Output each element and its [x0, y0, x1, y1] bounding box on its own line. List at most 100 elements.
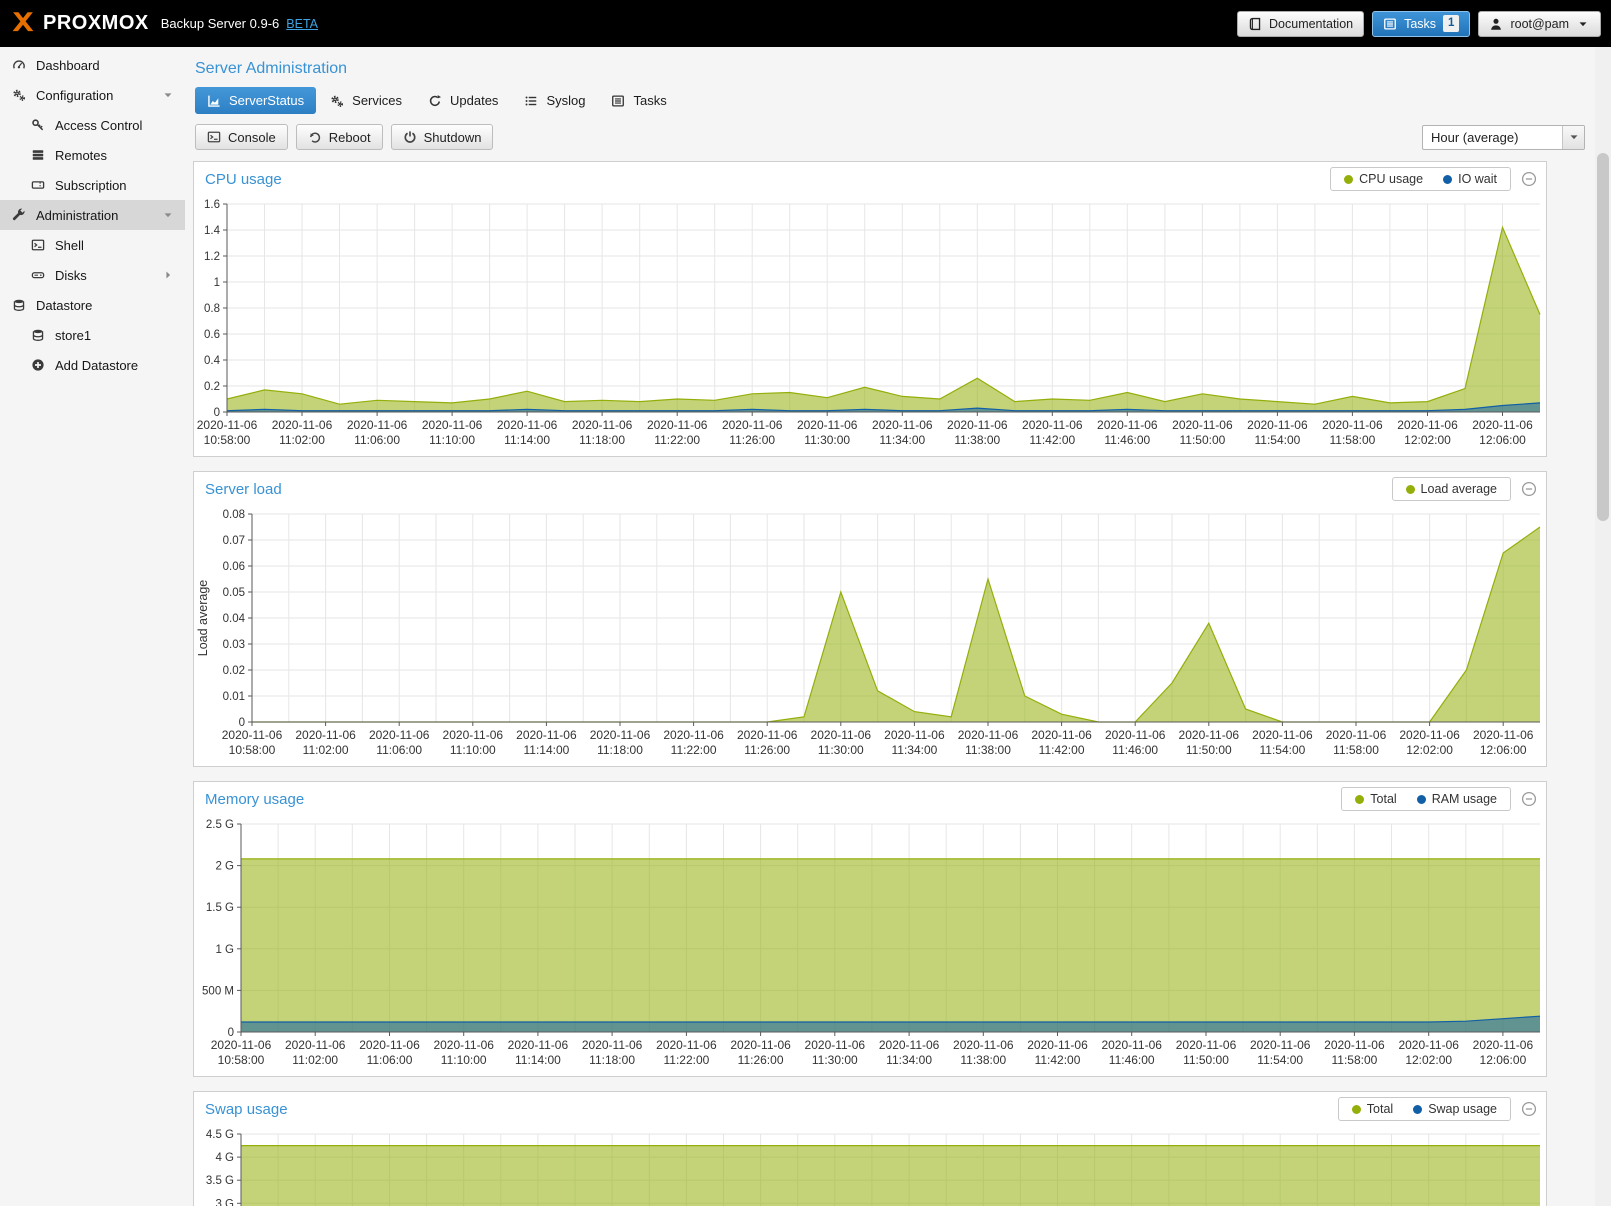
svg-text:2020-11-0612:02:00: 2020-11-0612:02:00 — [1397, 418, 1458, 447]
svg-text:2020-11-0611:50:00: 2020-11-0611:50:00 — [1176, 1038, 1237, 1067]
console-button[interactable]: Console — [195, 124, 288, 150]
combo-trigger[interactable] — [1562, 126, 1584, 149]
svg-text:1.2: 1.2 — [204, 251, 220, 263]
gears-icon — [330, 94, 344, 108]
svg-text:2020-11-0611:42:00: 2020-11-0611:42:00 — [1031, 728, 1092, 757]
sidebar-item-add-datastore[interactable]: Add Datastore — [0, 350, 185, 380]
legend-dot — [1443, 175, 1452, 184]
svg-text:2020-11-0611:42:00: 2020-11-0611:42:00 — [1027, 1038, 1088, 1067]
sidebar-item-shell[interactable]: Shell — [0, 230, 185, 260]
ticket-icon — [30, 178, 46, 192]
collapse-panel-icon[interactable] — [1521, 171, 1537, 187]
chevron-down-icon — [1576, 17, 1590, 31]
svg-text:0.8: 0.8 — [204, 303, 220, 315]
swap-usage-chart: 0500 M1 G1.5 G2 G2.5 G3 G3.5 G4 G4.5 G20… — [194, 1124, 1546, 1206]
svg-text:0.03: 0.03 — [223, 639, 245, 651]
sidebar-item-subscription[interactable]: Subscription — [0, 170, 185, 200]
caret-down-icon — [161, 88, 175, 102]
legend-item-ram-usage[interactable]: RAM usage — [1417, 792, 1497, 806]
svg-text:2020-11-0611:18:00: 2020-11-0611:18:00 — [590, 728, 651, 757]
tasks-button[interactable]: Tasks 1 — [1372, 11, 1470, 37]
svg-text:2020-11-0611:50:00: 2020-11-0611:50:00 — [1172, 418, 1233, 447]
timeframe-select[interactable]: Hour (average) — [1422, 125, 1585, 150]
svg-text:2020-11-0611:22:00: 2020-11-0611:22:00 — [656, 1038, 717, 1067]
collapse-panel-icon[interactable] — [1521, 1101, 1537, 1117]
documentation-button[interactable]: Documentation — [1237, 11, 1364, 37]
svg-text:2020-11-0611:18:00: 2020-11-0611:18:00 — [572, 418, 633, 447]
cpu-usage-chart: 00.20.40.60.811.21.41.62020-11-0610:58:0… — [194, 194, 1546, 456]
tab-tasks[interactable]: Tasks — [599, 87, 678, 114]
legend-dot — [1417, 795, 1426, 804]
panels: CPU usage CPU usageIO wait 00.20.40.60.8… — [185, 159, 1595, 1206]
wrench-icon — [11, 208, 27, 222]
sidebar-item-store1[interactable]: store1 — [0, 320, 185, 350]
toolbar: Console Reboot Shutdown Hour (average) — [195, 124, 1585, 150]
collapse-panel-icon[interactable] — [1521, 481, 1537, 497]
panel-header: Memory usage TotalRAM usage — [194, 782, 1546, 814]
product-version: Backup Server 0.9-6 — [161, 16, 280, 31]
legend-item-load-average[interactable]: Load average — [1406, 482, 1497, 496]
memory-usage-chart: 0500 M1 G1.5 G2 G2.5 G2020-11-0610:58:00… — [194, 814, 1546, 1076]
sidebar-item-datastore[interactable]: Datastore — [0, 290, 185, 320]
tab-services[interactable]: Services — [318, 87, 414, 114]
timeframe-value: Hour (average) — [1423, 130, 1562, 145]
svg-text:2020-11-0611:34:00: 2020-11-0611:34:00 — [872, 418, 933, 447]
svg-text:2020-11-0612:06:00: 2020-11-0612:06:00 — [1473, 728, 1534, 757]
svg-text:2020-11-0611:46:00: 2020-11-0611:46:00 — [1097, 418, 1158, 447]
beta-link[interactable]: BETA — [286, 17, 318, 31]
legend-item-cpu-usage[interactable]: CPU usage — [1344, 172, 1423, 186]
scrollbar-thumb[interactable] — [1597, 153, 1609, 521]
legend-item-total[interactable]: Total — [1352, 1102, 1393, 1116]
svg-text:2020-11-0611:22:00: 2020-11-0611:22:00 — [647, 418, 708, 447]
page-title: Server Administration — [195, 60, 1595, 78]
terminal-icon — [207, 130, 221, 144]
sidebar-item-label: Remotes — [55, 148, 107, 163]
svg-text:0.06: 0.06 — [223, 561, 245, 573]
panel-server-load: Server load Load average 00.010.020.030.… — [193, 471, 1547, 767]
db-icon — [11, 298, 27, 312]
svg-text:1.4: 1.4 — [204, 225, 221, 237]
db-icon — [30, 328, 46, 342]
svg-text:2020-11-0611:18:00: 2020-11-0611:18:00 — [582, 1038, 643, 1067]
sidebar-item-dashboard[interactable]: Dashboard — [0, 50, 185, 80]
legend-item-io-wait[interactable]: IO wait — [1443, 172, 1497, 186]
svg-text:2020-11-0611:46:00: 2020-11-0611:46:00 — [1105, 728, 1166, 757]
collapse-panel-icon[interactable] — [1521, 791, 1537, 807]
svg-text:0.2: 0.2 — [204, 381, 220, 393]
svg-text:2020-11-0611:38:00: 2020-11-0611:38:00 — [953, 1038, 1014, 1067]
reboot-button[interactable]: Reboot — [296, 124, 383, 150]
chart-legend: Total RAM usage — [1341, 787, 1511, 811]
sidebar-item-remotes[interactable]: Remotes — [0, 140, 185, 170]
svg-text:2020-11-0611:50:00: 2020-11-0611:50:00 — [1179, 728, 1240, 757]
sidebar-item-label: Dashboard — [36, 58, 100, 73]
chart-legend: Total Swap usage — [1338, 1097, 1511, 1121]
sidebar-item-label: Access Control — [55, 118, 142, 133]
tab-updates[interactable]: Updates — [416, 87, 510, 114]
key-icon — [30, 118, 46, 132]
svg-text:0.4: 0.4 — [204, 355, 221, 367]
svg-text:2020-11-0611:58:00: 2020-11-0611:58:00 — [1322, 418, 1383, 447]
tab-syslog[interactable]: Syslog — [512, 87, 597, 114]
legend-dot — [1406, 485, 1415, 494]
svg-text:2020-11-0611:34:00: 2020-11-0611:34:00 — [884, 728, 945, 757]
shutdown-button[interactable]: Shutdown — [391, 124, 494, 150]
svg-text:2020-11-0611:30:00: 2020-11-0611:30:00 — [811, 728, 872, 757]
svg-text:2020-11-0612:02:00: 2020-11-0612:02:00 — [1398, 1038, 1459, 1067]
chart-legend: CPU usage IO wait — [1330, 167, 1511, 191]
svg-text:0.02: 0.02 — [223, 665, 245, 677]
svg-text:2020-11-0610:58:00: 2020-11-0610:58:00 — [197, 418, 258, 447]
sidebar-item-administration[interactable]: Administration — [0, 200, 185, 230]
svg-text:1.6: 1.6 — [204, 199, 220, 211]
sidebar-item-access-control[interactable]: Access Control — [0, 110, 185, 140]
legend-item-total[interactable]: Total — [1355, 792, 1396, 806]
user-menu-button[interactable]: root@pam — [1478, 11, 1601, 37]
svg-text:2020-11-0611:54:00: 2020-11-0611:54:00 — [1250, 1038, 1311, 1067]
legend-item-swap-usage[interactable]: Swap usage — [1413, 1102, 1497, 1116]
svg-text:4 G: 4 G — [215, 1152, 234, 1164]
proxmox-logo: PROXMOX — [10, 11, 149, 37]
sidebar-item-label: Disks — [55, 268, 87, 283]
sidebar-item-configuration[interactable]: Configuration — [0, 80, 185, 110]
scrollbar[interactable] — [1595, 47, 1611, 1206]
tab-serverstatus[interactable]: ServerStatus — [195, 87, 316, 114]
sidebar-item-disks[interactable]: Disks — [0, 260, 185, 290]
